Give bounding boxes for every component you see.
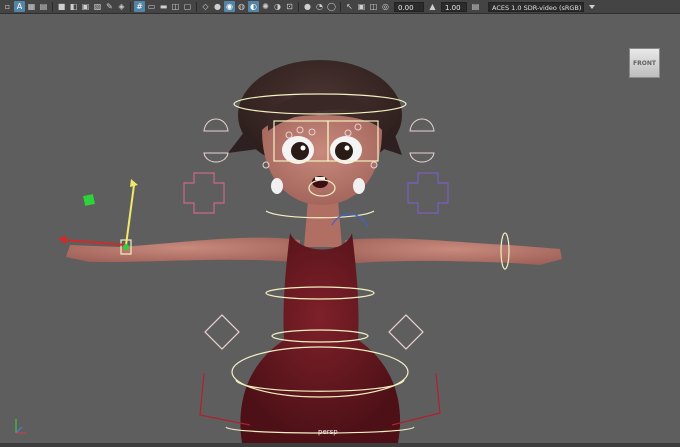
shadow-icon[interactable]: ◐ <box>248 1 259 12</box>
hud-icon[interactable]: ◫ <box>368 1 379 12</box>
lasso-icon[interactable]: A <box>14 1 25 12</box>
gamma-icon[interactable]: ▲ <box>427 1 438 12</box>
pupil-left <box>291 142 309 160</box>
field-chart-icon[interactable]: ◫ <box>170 1 181 12</box>
viewport-toolbar: ▫ A ▦ ▤ ■ ◧ ▣ ▧ ✎ ◈ # ▭ ▬ ◫ ▢ ◇ ● ◉ ◍ ◐ … <box>0 0 680 14</box>
camera-icon[interactable]: ■ <box>56 1 67 12</box>
toolbar-divider <box>52 1 53 12</box>
toolbar-divider <box>340 1 341 12</box>
camera-label: persp <box>318 428 338 436</box>
backface-icon[interactable]: ▣ <box>356 1 367 12</box>
scene-render <box>15 60 562 443</box>
toolbar-divider <box>298 1 299 12</box>
eye-highlight-left <box>300 145 306 151</box>
snapshot-icon[interactable]: ✎ <box>104 1 115 12</box>
view-cube[interactable]: FRONT <box>629 48 660 78</box>
grid-icon[interactable]: # <box>134 1 145 12</box>
smooth-shade-icon[interactable]: ● <box>212 1 223 12</box>
film-gate-icon[interactable]: ◈ <box>116 1 127 12</box>
isolate-icon[interactable]: ◔ <box>314 1 325 12</box>
right-arm <box>345 238 562 265</box>
left-arm <box>66 237 300 263</box>
motion-blur-icon[interactable]: ◑ <box>272 1 283 12</box>
xray-icon[interactable]: ◯ <box>326 1 337 12</box>
ambient-occlusion-icon[interactable]: ✺ <box>260 1 271 12</box>
3d-viewport[interactable]: FRONT <box>0 15 680 443</box>
safe-action-icon[interactable]: ▢ <box>182 1 193 12</box>
chevron-down-icon[interactable] <box>589 4 595 9</box>
dress <box>240 233 401 443</box>
gamma-field[interactable]: 1.00 <box>441 1 467 12</box>
lighting-icon[interactable]: ◍ <box>236 1 247 12</box>
depth-of-field-icon[interactable]: ● <box>302 1 313 12</box>
bookmark-icon[interactable]: ▣ <box>80 1 91 12</box>
pupil-right <box>335 142 353 160</box>
viewport-bottom-edge <box>0 443 680 447</box>
exposure-field[interactable]: 0.00 <box>394 1 424 12</box>
xray-joints-icon[interactable]: ↖ <box>344 1 355 12</box>
textured-icon[interactable]: ◉ <box>224 1 235 12</box>
resolution-gate-icon[interactable]: ▭ <box>146 1 157 12</box>
toolbar-divider <box>130 1 131 12</box>
color-space-dropdown[interactable]: ACES 1.0 SDR-video (sRGB) <box>488 1 584 12</box>
earring-left <box>271 178 283 194</box>
axis-gizmo <box>15 419 26 434</box>
anti-alias-icon[interactable]: ⊡ <box>284 1 295 12</box>
wireframe-icon[interactable]: ◇ <box>200 1 211 12</box>
color-management-icon[interactable]: ▤ <box>470 1 481 12</box>
exposure-icon[interactable]: ◎ <box>380 1 391 12</box>
camera-lock-icon[interactable]: ◧ <box>68 1 79 12</box>
select-icon[interactable]: ▫ <box>2 1 13 12</box>
eye-highlight-right <box>344 145 350 151</box>
gate-mask-icon[interactable]: ▬ <box>158 1 169 12</box>
move-manipulator[interactable] <box>58 179 138 250</box>
toolbar-divider <box>196 1 197 12</box>
earring-right <box>353 178 365 194</box>
paint-icon[interactable]: ▦ <box>26 1 37 12</box>
neck <box>304 200 342 247</box>
grid-2d-icon[interactable]: ▤ <box>38 1 49 12</box>
image-plane-icon[interactable]: ▧ <box>92 1 103 12</box>
